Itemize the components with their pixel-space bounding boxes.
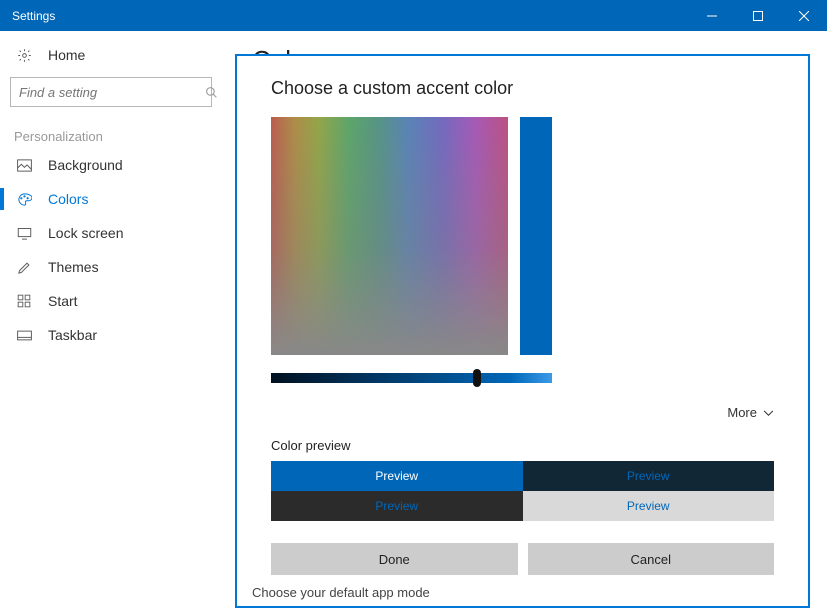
grid-icon <box>16 293 32 309</box>
current-color-swatch <box>520 117 552 355</box>
color-picker-dialog: Choose a custom accent color More Color … <box>235 54 810 608</box>
sidebar-item-start[interactable]: Start <box>0 284 222 318</box>
monitor-icon <box>16 225 32 241</box>
section-label: Personalization <box>0 107 222 148</box>
search-box[interactable] <box>10 77 212 107</box>
preview-grid: Preview Preview Preview Preview <box>271 461 774 521</box>
preview-tile-1: Preview <box>271 461 523 491</box>
sidebar-item-background[interactable]: Background <box>0 148 222 182</box>
slider-thumb[interactable] <box>473 369 481 387</box>
title-bar: Settings <box>0 0 827 31</box>
sidebar-item-lockscreen[interactable]: Lock screen <box>0 216 222 250</box>
preview-tile-2: Preview <box>523 461 775 491</box>
minimize-button[interactable] <box>689 0 735 31</box>
preview-tile-3: Preview <box>271 491 523 521</box>
taskbar-icon <box>16 327 32 343</box>
sidebar-item-label: Taskbar <box>48 327 97 343</box>
more-label: More <box>727 405 757 420</box>
search-icon <box>205 86 218 99</box>
preview-tile-4: Preview <box>523 491 775 521</box>
close-button[interactable] <box>781 0 827 31</box>
picture-icon <box>16 157 32 173</box>
sidebar-item-taskbar[interactable]: Taskbar <box>0 318 222 352</box>
value-slider[interactable] <box>271 373 552 383</box>
search-input[interactable] <box>11 85 205 100</box>
sidebar-item-label: Themes <box>48 259 99 275</box>
window-title: Settings <box>0 9 55 23</box>
main-content: Colors Choose a custom accent color More… <box>222 31 827 608</box>
palette-icon <box>16 191 32 207</box>
home-link[interactable]: Home <box>0 41 222 69</box>
sidebar-item-colors[interactable]: Colors <box>0 182 222 216</box>
home-label: Home <box>48 47 85 63</box>
brush-icon <box>16 259 32 275</box>
dialog-title: Choose a custom accent color <box>271 78 774 99</box>
maximize-button[interactable] <box>735 0 781 31</box>
cancel-button[interactable]: Cancel <box>528 543 775 575</box>
sidebar-item-label: Colors <box>48 191 88 207</box>
sidebar-item-label: Start <box>48 293 78 309</box>
sidebar-item-label: Background <box>48 157 123 173</box>
preview-label: Color preview <box>271 438 774 453</box>
footnote-text: Choose your default app mode <box>252 585 430 600</box>
sidebar-item-label: Lock screen <box>48 225 123 241</box>
sidebar: Home Personalization Background Colors L… <box>0 31 222 608</box>
sidebar-item-themes[interactable]: Themes <box>0 250 222 284</box>
more-toggle[interactable]: More <box>271 405 774 420</box>
gear-icon <box>16 47 32 63</box>
done-button[interactable]: Done <box>271 543 518 575</box>
chevron-down-icon <box>763 405 774 420</box>
color-spectrum[interactable] <box>271 117 508 355</box>
